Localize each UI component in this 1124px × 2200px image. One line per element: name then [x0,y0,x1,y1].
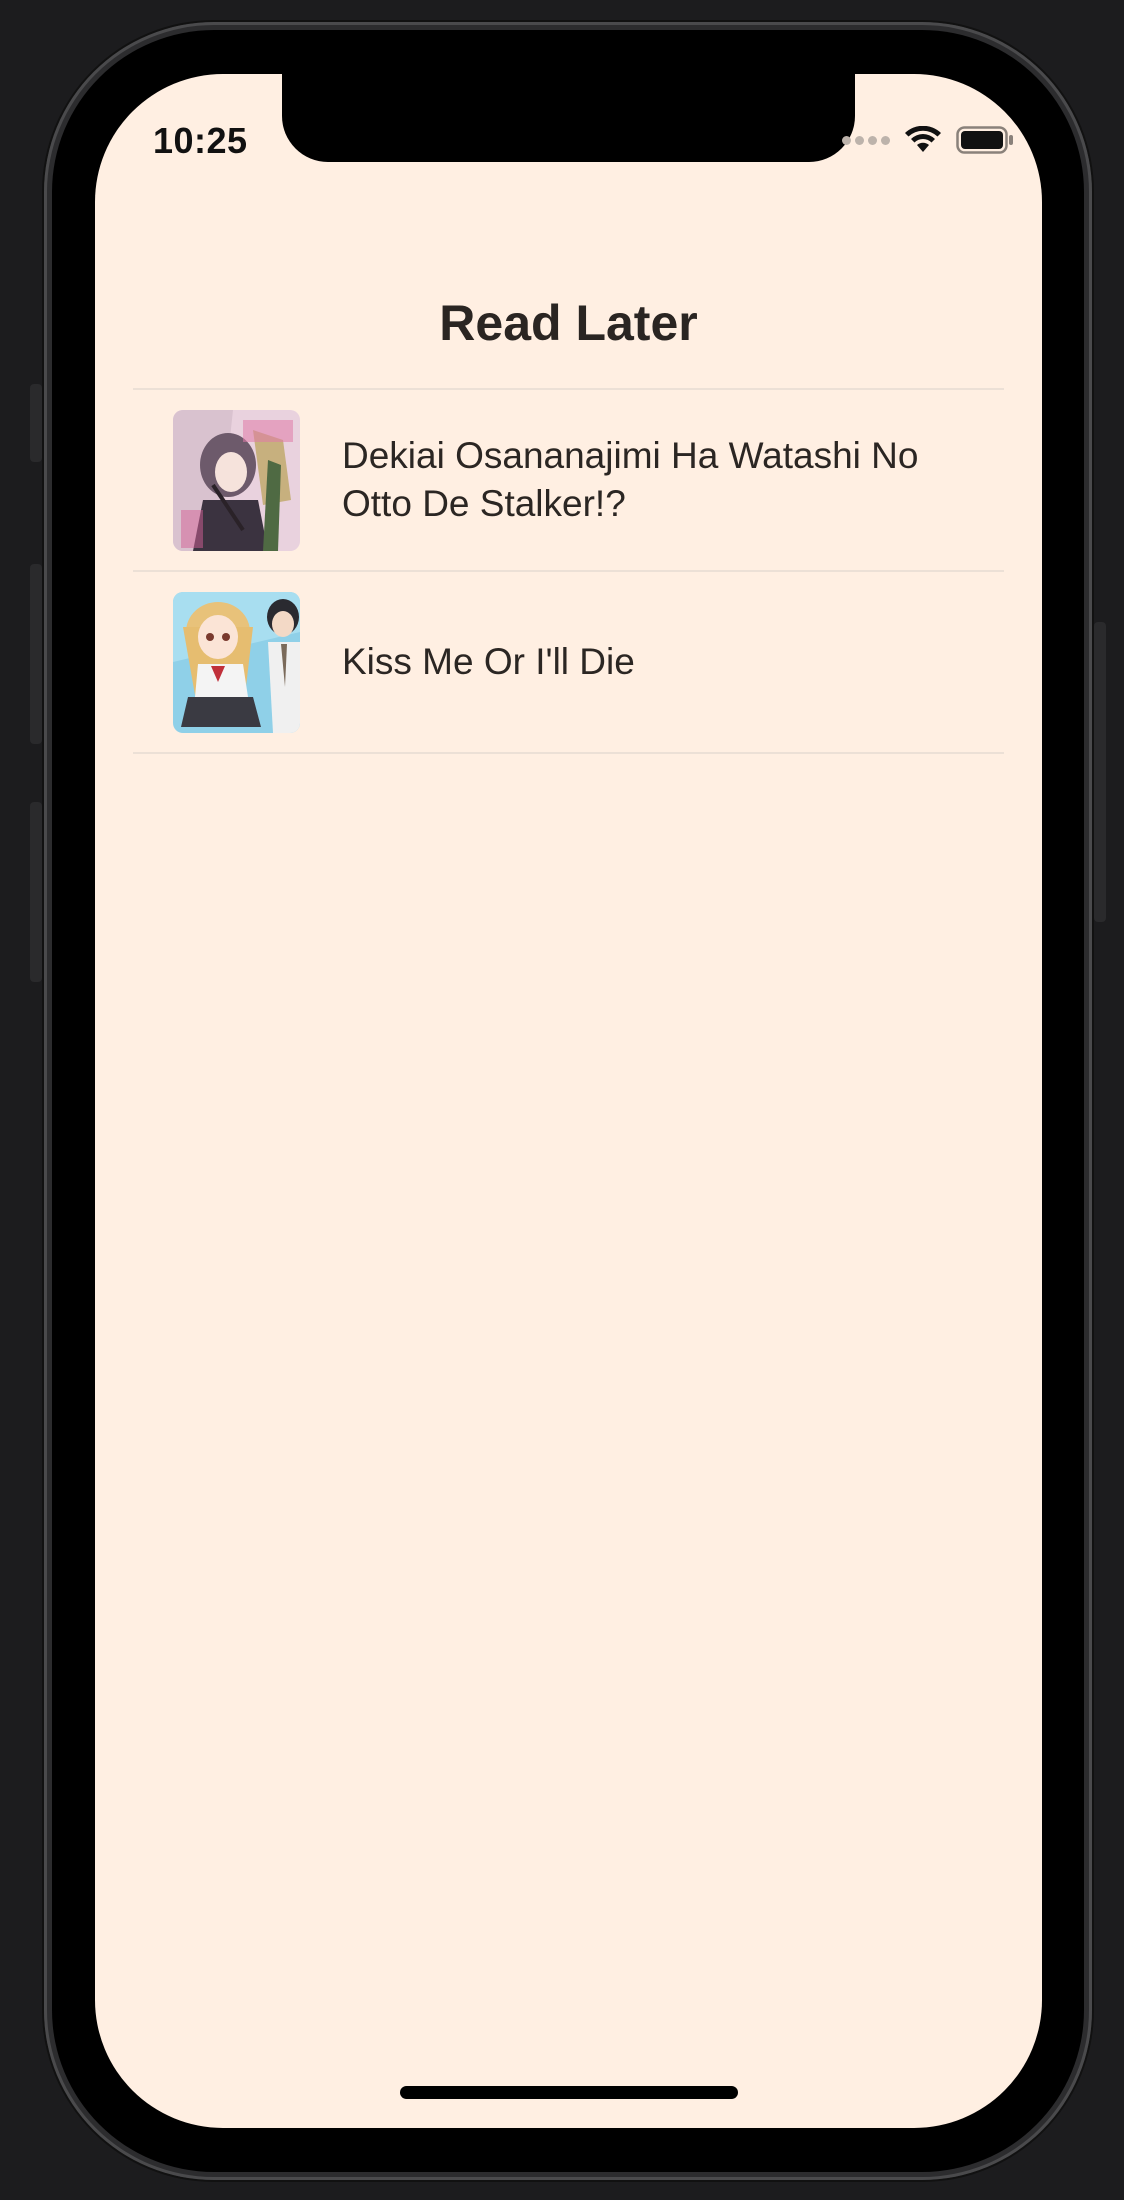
battery-icon [956,126,1013,154]
list-item[interactable]: Kiss Me Or I'll Die [133,572,1004,754]
app-screen: 10:25 Read Later Dekiai Osananajimi Ha W… [95,74,1042,2128]
manga-cover-icon [173,592,300,733]
volume-down-button [30,802,42,982]
home-indicator[interactable] [400,2086,738,2099]
list-item[interactable]: Dekiai Osananajimi Ha Watashi No Otto De… [133,390,1004,572]
status-icons [842,126,1014,154]
volume-up-button [30,564,42,744]
manga-cover-icon [173,410,300,551]
silent-switch [30,384,42,462]
read-later-list: Dekiai Osananajimi Ha Watashi No Otto De… [133,388,1004,754]
status-time: 10:25 [153,120,248,161]
page-title: Read Later [439,295,698,351]
item-title: Dekiai Osananajimi Ha Watashi No Otto De… [342,435,919,524]
wifi-icon [905,126,941,152]
item-title: Kiss Me Or I'll Die [342,641,635,682]
notch [282,74,855,162]
power-button [1094,622,1106,922]
cellular-signal-icon [842,135,890,145]
